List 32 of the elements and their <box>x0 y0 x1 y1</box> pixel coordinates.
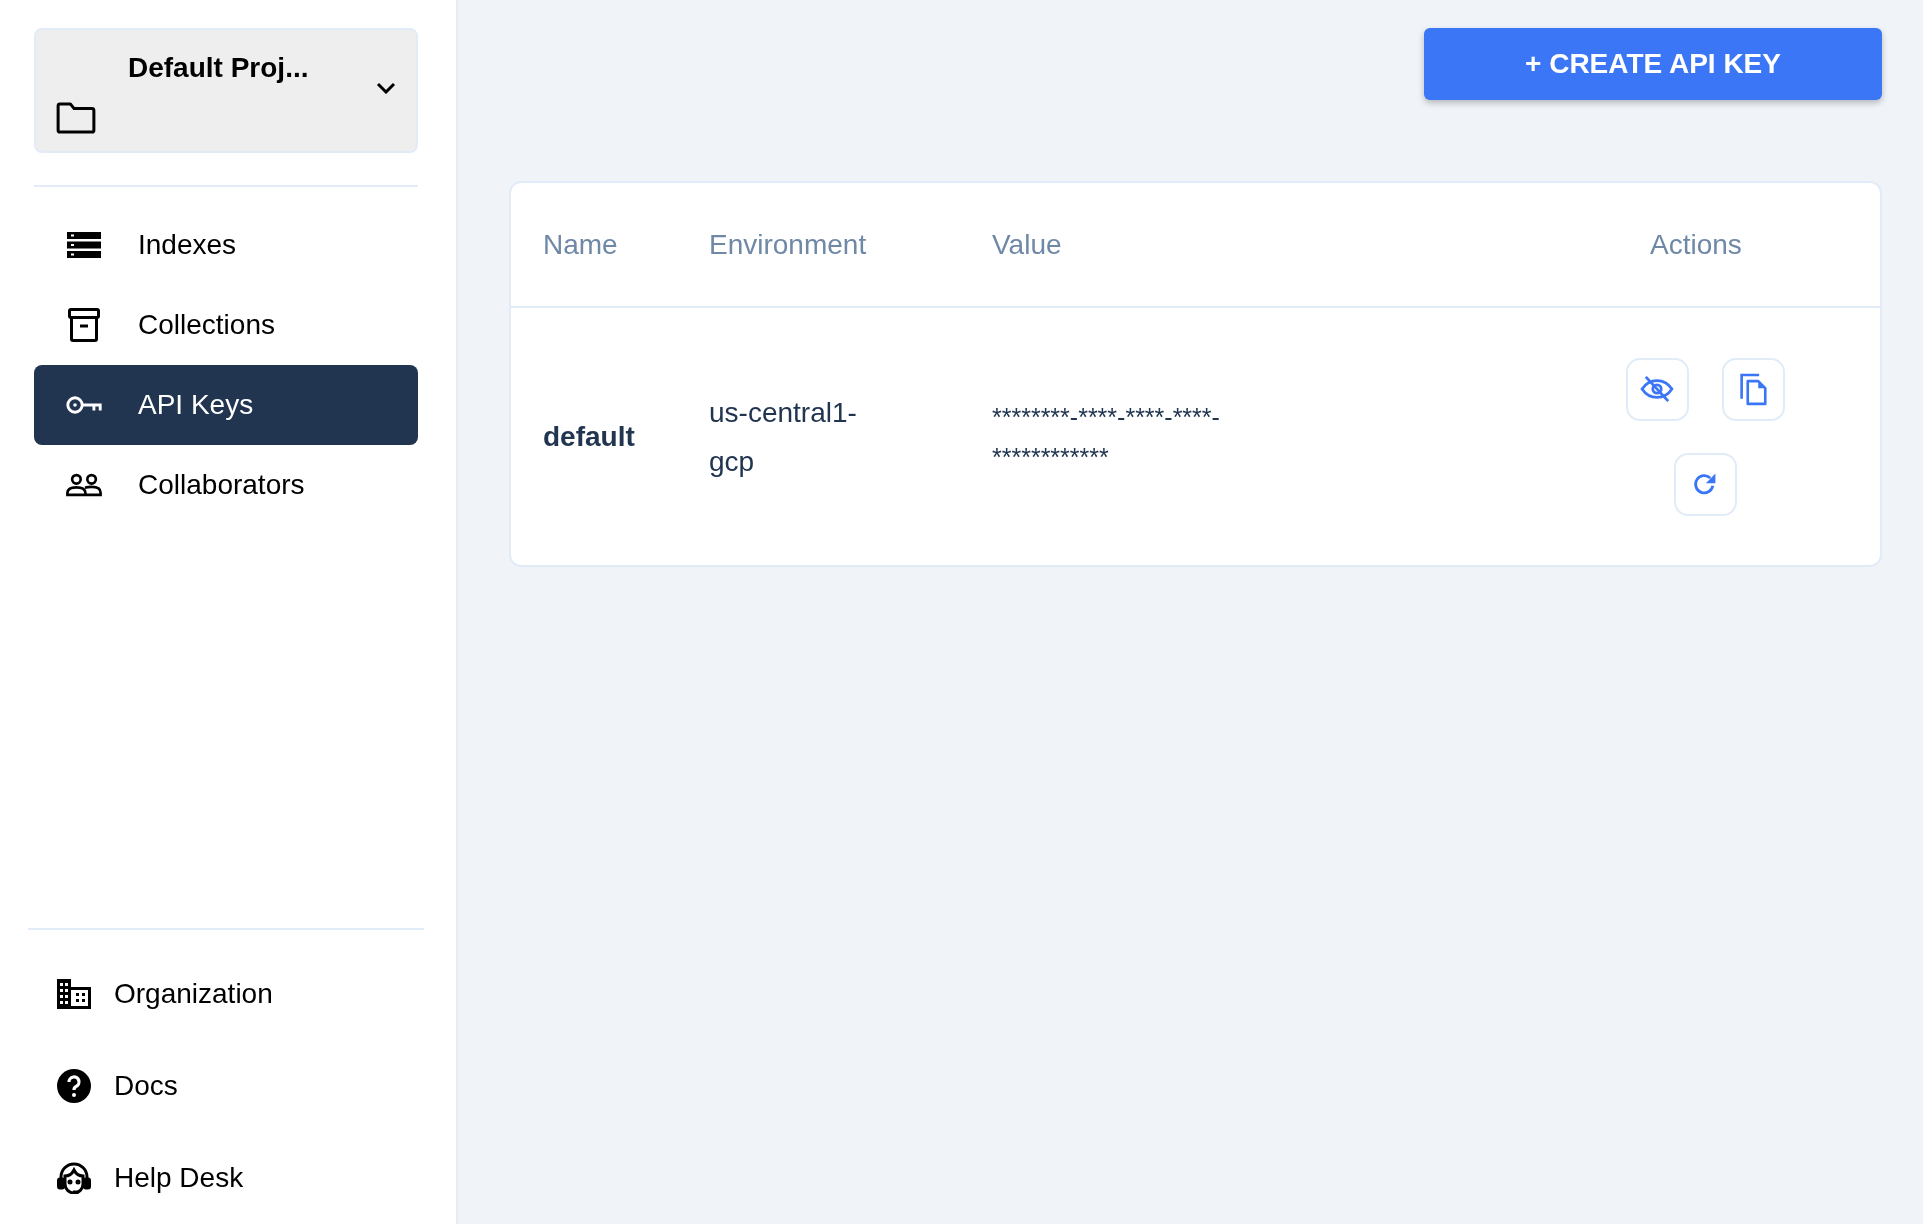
column-header: Value <box>992 228 1063 261</box>
column-header: Name <box>543 228 619 261</box>
nav-item[interactable]: Docs <box>28 1040 456 1132</box>
chevron-down-icon <box>376 82 396 94</box>
key-icon <box>66 394 102 416</box>
create-api-key-button[interactable]: + CREATE API KEY <box>1424 28 1882 100</box>
masked-key-value: ********-****-****-****-************ <box>992 401 1221 473</box>
environment-text: us-central1-gcp <box>709 395 858 479</box>
archive-box-icon <box>68 308 100 342</box>
nav-item[interactable]: Collections <box>34 285 418 365</box>
headset-icon <box>57 1162 91 1194</box>
nav-item[interactable]: Organization <box>28 948 456 1040</box>
project-selector[interactable]: Default Proj... <box>34 28 418 153</box>
refresh-icon <box>1692 471 1718 497</box>
nav-item[interactable]: Indexes <box>34 205 418 285</box>
key-name: default <box>543 420 636 453</box>
nav-item[interactable]: Collaborators <box>34 445 418 525</box>
column-header: Environment <box>709 228 868 261</box>
building-icon <box>57 979 91 1009</box>
eye-slash-icon <box>1640 375 1674 403</box>
list-icon <box>67 232 101 258</box>
nav-item[interactable]: Help Desk <box>28 1132 456 1224</box>
help-icon <box>57 1069 91 1103</box>
nav-item[interactable]: API Keys <box>34 365 418 445</box>
people-icon <box>66 473 102 497</box>
copy-icon <box>1739 372 1767 406</box>
folder-icon <box>56 102 96 134</box>
column-header: Actions <box>1649 228 1743 261</box>
refresh-button[interactable] <box>1673 452 1737 516</box>
copy-button[interactable] <box>1721 357 1785 421</box>
project-name: Default Proj... <box>128 52 310 84</box>
hide-button[interactable] <box>1625 357 1689 421</box>
